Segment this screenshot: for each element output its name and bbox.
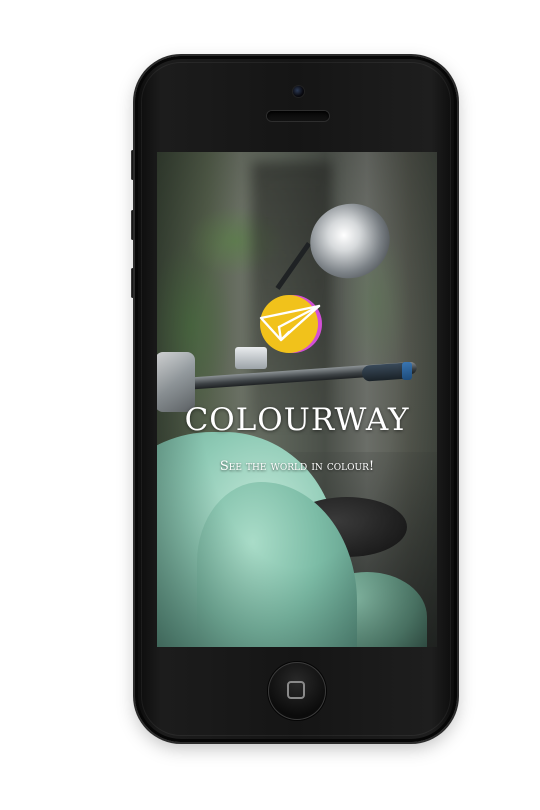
home-square-icon [287, 681, 305, 699]
earpiece-speaker [267, 111, 329, 121]
app-title: COLOURWAY [184, 402, 410, 438]
paper-plane-icon [259, 295, 322, 353]
vignette-overlay [157, 152, 437, 647]
splash-screen[interactable]: COLOURWAY See the world in colour! [157, 152, 437, 647]
app-logo [257, 294, 327, 356]
home-button[interactable] [268, 662, 326, 720]
front-camera [293, 86, 304, 97]
app-tagline: See the world in colour! [219, 459, 375, 474]
